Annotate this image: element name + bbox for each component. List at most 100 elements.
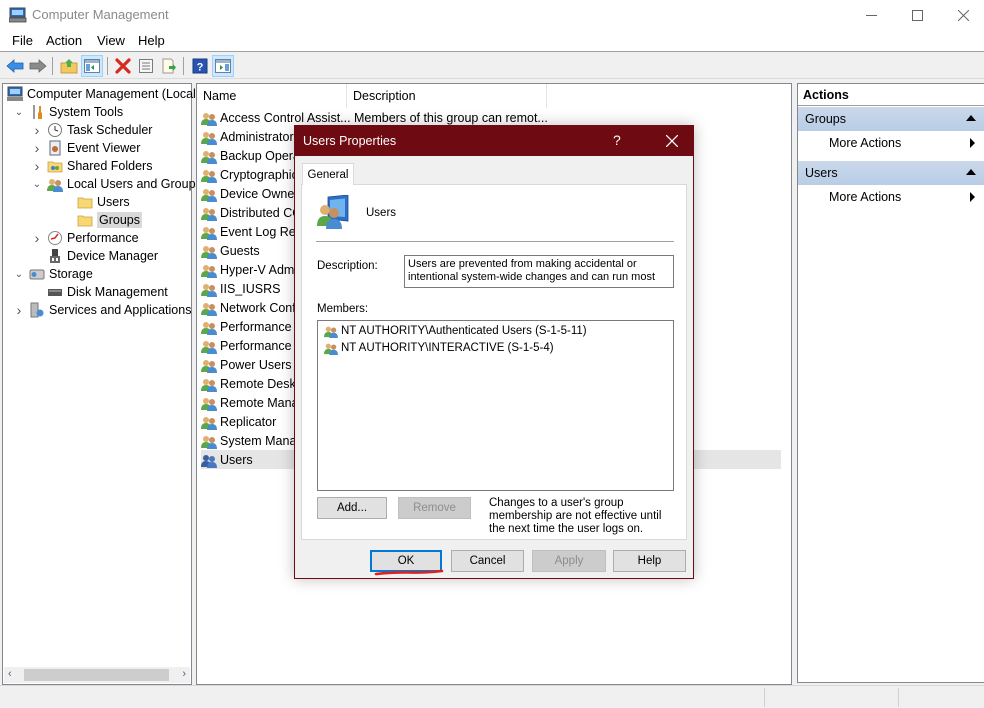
users-more-actions[interactable]: More Actions xyxy=(798,186,984,208)
menu-view[interactable]: View xyxy=(97,33,125,48)
chevron-down-icon[interactable]: ⌄ xyxy=(13,268,25,280)
tree-item[interactable]: › Shared Folders xyxy=(31,157,153,175)
scroll-right-icon[interactable]: › xyxy=(182,668,186,680)
tree-item[interactable]: Computer Management (Local xyxy=(7,85,196,103)
group-icon xyxy=(201,226,217,240)
show-hide-console-tree-button[interactable] xyxy=(81,55,103,77)
actions-pane: Actions Groups More Actions Users More A… xyxy=(797,83,984,683)
storage-icon xyxy=(29,269,45,280)
tree-item[interactable]: › Task Scheduler xyxy=(31,121,153,139)
general-tab-panel: Users Description: Users are prevented f… xyxy=(301,184,687,540)
chevron-right-icon[interactable]: › xyxy=(31,122,43,138)
group-icon xyxy=(201,321,217,335)
help-button[interactable]: Help xyxy=(613,550,686,572)
event-viewer-icon xyxy=(49,140,61,156)
tab-general[interactable]: General xyxy=(302,163,354,185)
tree-item-label: Disk Management xyxy=(67,285,168,299)
description-label: Description: xyxy=(317,260,378,272)
close-button[interactable] xyxy=(940,0,984,30)
collapse-up-icon[interactable] xyxy=(966,169,976,175)
column-header-description[interactable]: Description xyxy=(347,84,547,108)
properties-icon xyxy=(139,59,153,73)
group-icon xyxy=(201,454,217,468)
tree-item[interactable]: Device Manager xyxy=(31,247,158,265)
menu-file[interactable]: File xyxy=(12,33,33,48)
column-header-name[interactable]: Name xyxy=(197,84,347,108)
maximize-button[interactable] xyxy=(894,0,940,30)
groups-more-actions[interactable]: More Actions xyxy=(798,132,984,154)
group-icon xyxy=(201,169,217,183)
delete-button[interactable] xyxy=(112,55,134,77)
actions-header: Actions xyxy=(798,84,984,106)
actions-section-title: Groups xyxy=(805,112,846,126)
minimize-button[interactable] xyxy=(848,0,894,30)
forward-button[interactable] xyxy=(27,55,49,77)
properties-button[interactable] xyxy=(135,55,157,77)
submenu-arrow-icon xyxy=(970,192,975,202)
tree-item-label: Services and Applications xyxy=(49,303,192,317)
group-icon xyxy=(201,245,217,259)
menu-action[interactable]: Action xyxy=(46,33,82,48)
member-list-item[interactable]: NT AUTHORITY\INTERACTIVE (S-1-5-4) xyxy=(323,339,554,356)
help-question-icon: ? xyxy=(192,58,208,74)
maximize-icon xyxy=(911,9,923,21)
membership-note: Changes to a user's group membership are… xyxy=(489,497,662,535)
apply-button[interactable]: Apply xyxy=(532,550,606,572)
scrollbar-thumb[interactable] xyxy=(24,669,169,681)
chevron-right-icon[interactable]: › xyxy=(31,158,43,174)
tree-item[interactable]: Users xyxy=(61,193,130,211)
tree-item[interactable]: › Event Viewer xyxy=(31,139,141,157)
tree-item[interactable]: Groups xyxy=(61,211,142,229)
dialog-close-button[interactable] xyxy=(651,126,693,156)
help-button[interactable]: ? xyxy=(189,55,211,77)
chevron-right-icon[interactable]: › xyxy=(31,230,43,246)
tree-item[interactable]: ⌄ Local Users and Groups xyxy=(31,175,202,193)
chevron-down-icon[interactable]: ⌄ xyxy=(31,178,43,190)
actions-section-users[interactable]: Users xyxy=(798,161,984,185)
chevron-right-icon[interactable]: › xyxy=(31,140,43,156)
up-folder-icon xyxy=(60,59,78,74)
member-group-icon xyxy=(324,343,338,355)
actions-section-groups[interactable]: Groups xyxy=(798,107,984,131)
member-list-item[interactable]: NT AUTHORITY\Authenticated Users (S-1-5-… xyxy=(323,322,587,339)
up-one-level-button[interactable] xyxy=(58,55,80,77)
group-icon xyxy=(201,264,217,278)
chevron-down-icon[interactable]: ⌄ xyxy=(13,106,25,118)
export-list-button[interactable] xyxy=(158,55,180,77)
computer-management-window: Computer Management File Action View Hel… xyxy=(0,0,984,708)
scroll-left-icon[interactable]: ‹ xyxy=(8,668,12,680)
collapse-up-icon[interactable] xyxy=(966,115,976,121)
close-icon xyxy=(957,9,969,21)
dialog-help-button[interactable]: ? xyxy=(613,132,621,148)
group-description-cell: Members of this group can remot... xyxy=(354,110,548,125)
tree-item-label: Users xyxy=(97,195,130,209)
tree-item-label: System Tools xyxy=(49,105,124,119)
show-hide-action-pane-button[interactable] xyxy=(212,55,234,77)
members-list[interactable]: NT AUTHORITY\Authenticated Users (S-1-5-… xyxy=(317,320,674,491)
chevron-right-icon[interactable]: › xyxy=(13,302,25,318)
device-manager-icon xyxy=(50,249,60,263)
tree-item[interactable]: › Services and Applications xyxy=(13,301,192,319)
action-pane-icon xyxy=(215,59,231,73)
back-button[interactable] xyxy=(4,55,26,77)
menu-help[interactable]: Help xyxy=(138,33,165,48)
description-field[interactable]: Users are prevented from making accident… xyxy=(404,255,674,288)
shared-folder-icon xyxy=(47,161,63,173)
add-button[interactable]: Add... xyxy=(317,497,387,519)
tree-item[interactable]: ⌄ System Tools xyxy=(13,103,123,121)
tree-item[interactable]: ⌄ Storage xyxy=(13,265,93,283)
status-segment xyxy=(764,688,765,707)
tree-item-label: Groups xyxy=(97,212,142,228)
tree-item[interactable]: Disk Management xyxy=(31,283,168,301)
tree-item[interactable]: › Performance xyxy=(31,229,139,247)
red-underline-annotation xyxy=(374,569,444,576)
member-group-icon xyxy=(324,326,338,338)
actions-section-title: Users xyxy=(805,166,838,180)
more-actions-label: More Actions xyxy=(829,136,902,150)
cancel-button[interactable]: Cancel xyxy=(451,550,524,572)
tree-horizontal-scrollbar[interactable]: ‹ › xyxy=(4,667,190,683)
tree-item-label: Event Viewer xyxy=(67,141,141,155)
remove-button[interactable]: Remove xyxy=(398,497,471,519)
disk-icon xyxy=(48,289,62,296)
